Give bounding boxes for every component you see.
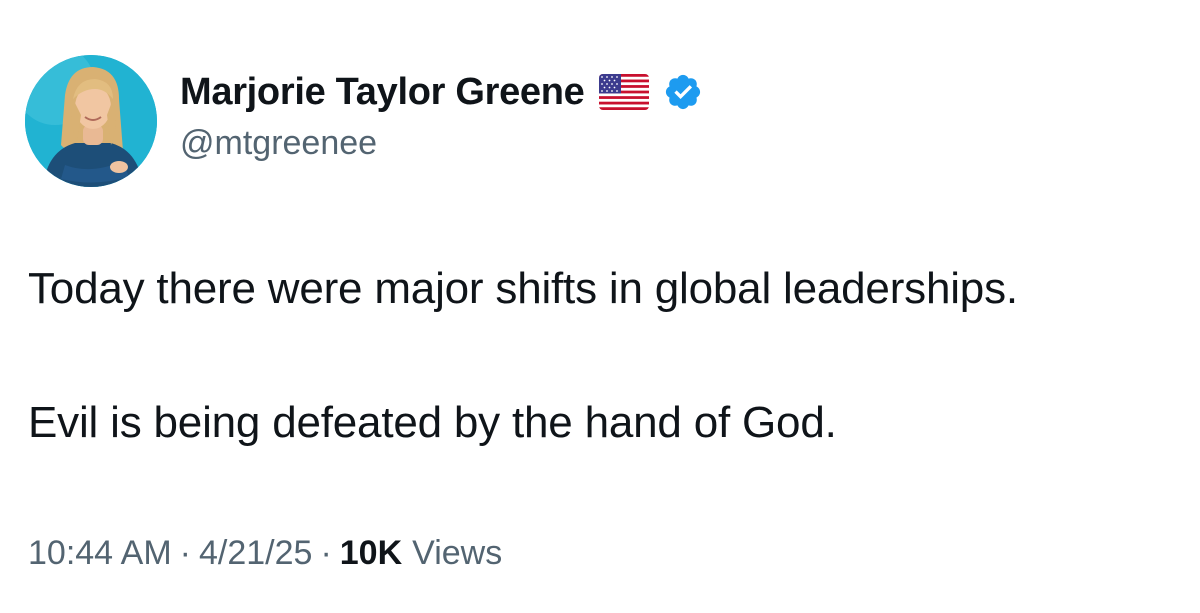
author-name-row: Marjorie Taylor Greene bbox=[180, 68, 703, 116]
tweet-text-line: Today there were major shifts in global … bbox=[28, 264, 1018, 313]
meta-separator: · bbox=[320, 534, 332, 572]
views-count[interactable]: 10K bbox=[340, 534, 402, 573]
avatar[interactable] bbox=[25, 55, 157, 187]
meta-separator: · bbox=[179, 534, 191, 572]
avatar-image bbox=[25, 55, 157, 187]
tweet-card: Marjorie Taylor Greene @mtgreenee Today … bbox=[0, 0, 1200, 613]
tweet-text-line: Evil is being defeated by the hand of Go… bbox=[28, 398, 837, 447]
verified-badge-icon[interactable] bbox=[663, 72, 703, 112]
author-display-name[interactable]: Marjorie Taylor Greene bbox=[180, 71, 585, 114]
tweet-date[interactable]: 4/21/25 bbox=[199, 534, 312, 573]
us-flag-icon bbox=[598, 74, 649, 110]
views-label[interactable]: Views bbox=[412, 534, 502, 573]
author-handle[interactable]: @mtgreenee bbox=[180, 124, 377, 163]
tweet-time[interactable]: 10:44 AM bbox=[28, 534, 172, 573]
tweet-meta: 10:44 AM · 4/21/25 · 10K Views bbox=[28, 534, 502, 573]
